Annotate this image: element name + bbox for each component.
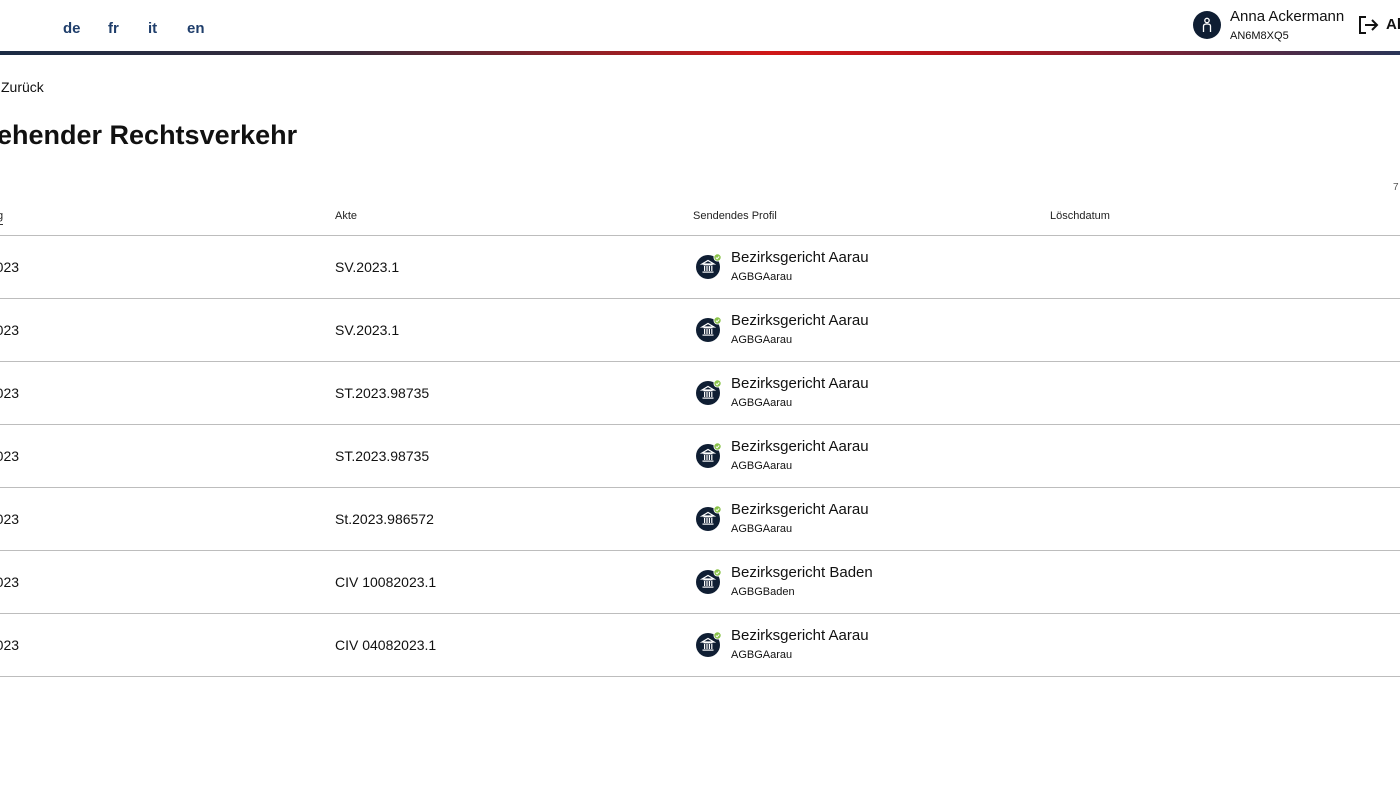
table-row[interactable]: .2023 CIV 10082023.1 Bezirksgericht Bade…	[0, 551, 1400, 614]
user-name: Anna Ackermann	[1230, 8, 1345, 25]
cell-date: .2023	[0, 574, 20, 590]
court-profile-icon	[696, 316, 722, 342]
language-fr-link[interactable]: fr	[108, 20, 119, 37]
profile-id: AGBGBaden	[731, 586, 795, 598]
avatar[interactable]	[1193, 11, 1221, 39]
page-title: ehender Rechtsverkehr	[0, 120, 298, 150]
profile-name: Bezirksgericht Aarau	[731, 501, 869, 518]
profile-id: AGBGAarau	[731, 649, 793, 661]
cell-date: .2023	[0, 637, 20, 653]
user-icon	[1202, 17, 1212, 32]
cell-file: SV.2023.1	[335, 322, 400, 338]
column-header-sending-profile[interactable]: Sendendes Profil	[693, 210, 777, 222]
back-link[interactable]: Zurück	[1, 79, 44, 95]
result-count: 7	[1393, 182, 1399, 193]
cell-file: ST.2023.98735	[335, 448, 430, 464]
header: de fr it en Anna Ackermann AN6M8XQ5 Al	[0, 0, 1400, 52]
profile-name: Bezirksgericht Aarau	[731, 627, 869, 644]
page: de fr it en Anna Ackermann AN6M8XQ5 Al Z…	[0, 0, 1400, 788]
column-header-delete-date[interactable]: Löschdatum	[1050, 210, 1110, 222]
profile-name: Bezirksgericht Aarau	[731, 375, 869, 392]
profile-id: AGBGAarau	[731, 334, 793, 346]
profile-id: AGBGAarau	[731, 397, 793, 409]
court-profile-icon	[696, 505, 722, 531]
header-divider	[0, 51, 1400, 55]
cell-date: .2023	[0, 259, 20, 275]
cell-date: .2023	[0, 511, 20, 527]
table-body: .2023 SV.2023.1 Bezirksgericht Aarau AGB…	[0, 236, 1400, 677]
user-id: AN6M8XQ5	[1230, 30, 1289, 42]
court-profile-icon	[696, 379, 722, 405]
table-row[interactable]: .2023 SV.2023.1 Bezirksgericht Aarau AGB…	[0, 299, 1400, 362]
court-profile-icon	[696, 253, 722, 279]
profile-name: Bezirksgericht Aarau	[731, 312, 869, 329]
profile-id: AGBGAarau	[731, 271, 793, 283]
profile-id: AGBGAarau	[731, 523, 793, 535]
table-row[interactable]: .2023 ST.2023.98735 Bezirksgericht Aarau…	[0, 362, 1400, 425]
column-header-date[interactable]: g	[0, 210, 4, 225]
logout-button[interactable]: Al	[1386, 16, 1400, 33]
cell-date: .2023	[0, 448, 20, 464]
cell-file: CIV 10082023.1	[335, 574, 437, 590]
cell-file: SV.2023.1	[335, 259, 400, 275]
profile-name: Bezirksgericht Baden	[731, 564, 873, 581]
profile-name: Bezirksgericht Aarau	[731, 438, 869, 455]
court-profile-icon	[696, 442, 722, 468]
table-row[interactable]: .2023 SV.2023.1 Bezirksgericht Aarau AGB…	[0, 236, 1400, 299]
court-profile-icon	[696, 568, 722, 594]
column-header-file[interactable]: Akte	[335, 210, 357, 222]
cell-date: .2023	[0, 322, 20, 338]
table-header: g Akte Sendendes Profil Löschdatum	[0, 200, 1400, 236]
cell-date: .2023	[0, 385, 20, 401]
profile-id: AGBGAarau	[731, 460, 793, 472]
logout-icon[interactable]	[1357, 14, 1379, 36]
cell-file: ST.2023.98735	[335, 385, 430, 401]
language-de-link[interactable]: de	[63, 20, 81, 37]
table-row[interactable]: .2023 ST.2023.98735 Bezirksgericht Aarau…	[0, 425, 1400, 488]
language-en-link[interactable]: en	[187, 20, 205, 37]
table-row[interactable]: .2023 CIV 04082023.1 Bezirksgericht Aara…	[0, 614, 1400, 677]
language-it-link[interactable]: it	[148, 20, 157, 37]
table-row[interactable]: .2023 St.2023.986572 Bezirksgericht Aara…	[0, 488, 1400, 551]
cell-file: St.2023.986572	[335, 511, 434, 527]
profile-name: Bezirksgericht Aarau	[731, 249, 869, 266]
messages-table: g Akte Sendendes Profil Löschdatum .2023…	[0, 200, 1400, 677]
cell-file: CIV 04082023.1	[335, 637, 437, 653]
court-profile-icon	[696, 631, 722, 657]
